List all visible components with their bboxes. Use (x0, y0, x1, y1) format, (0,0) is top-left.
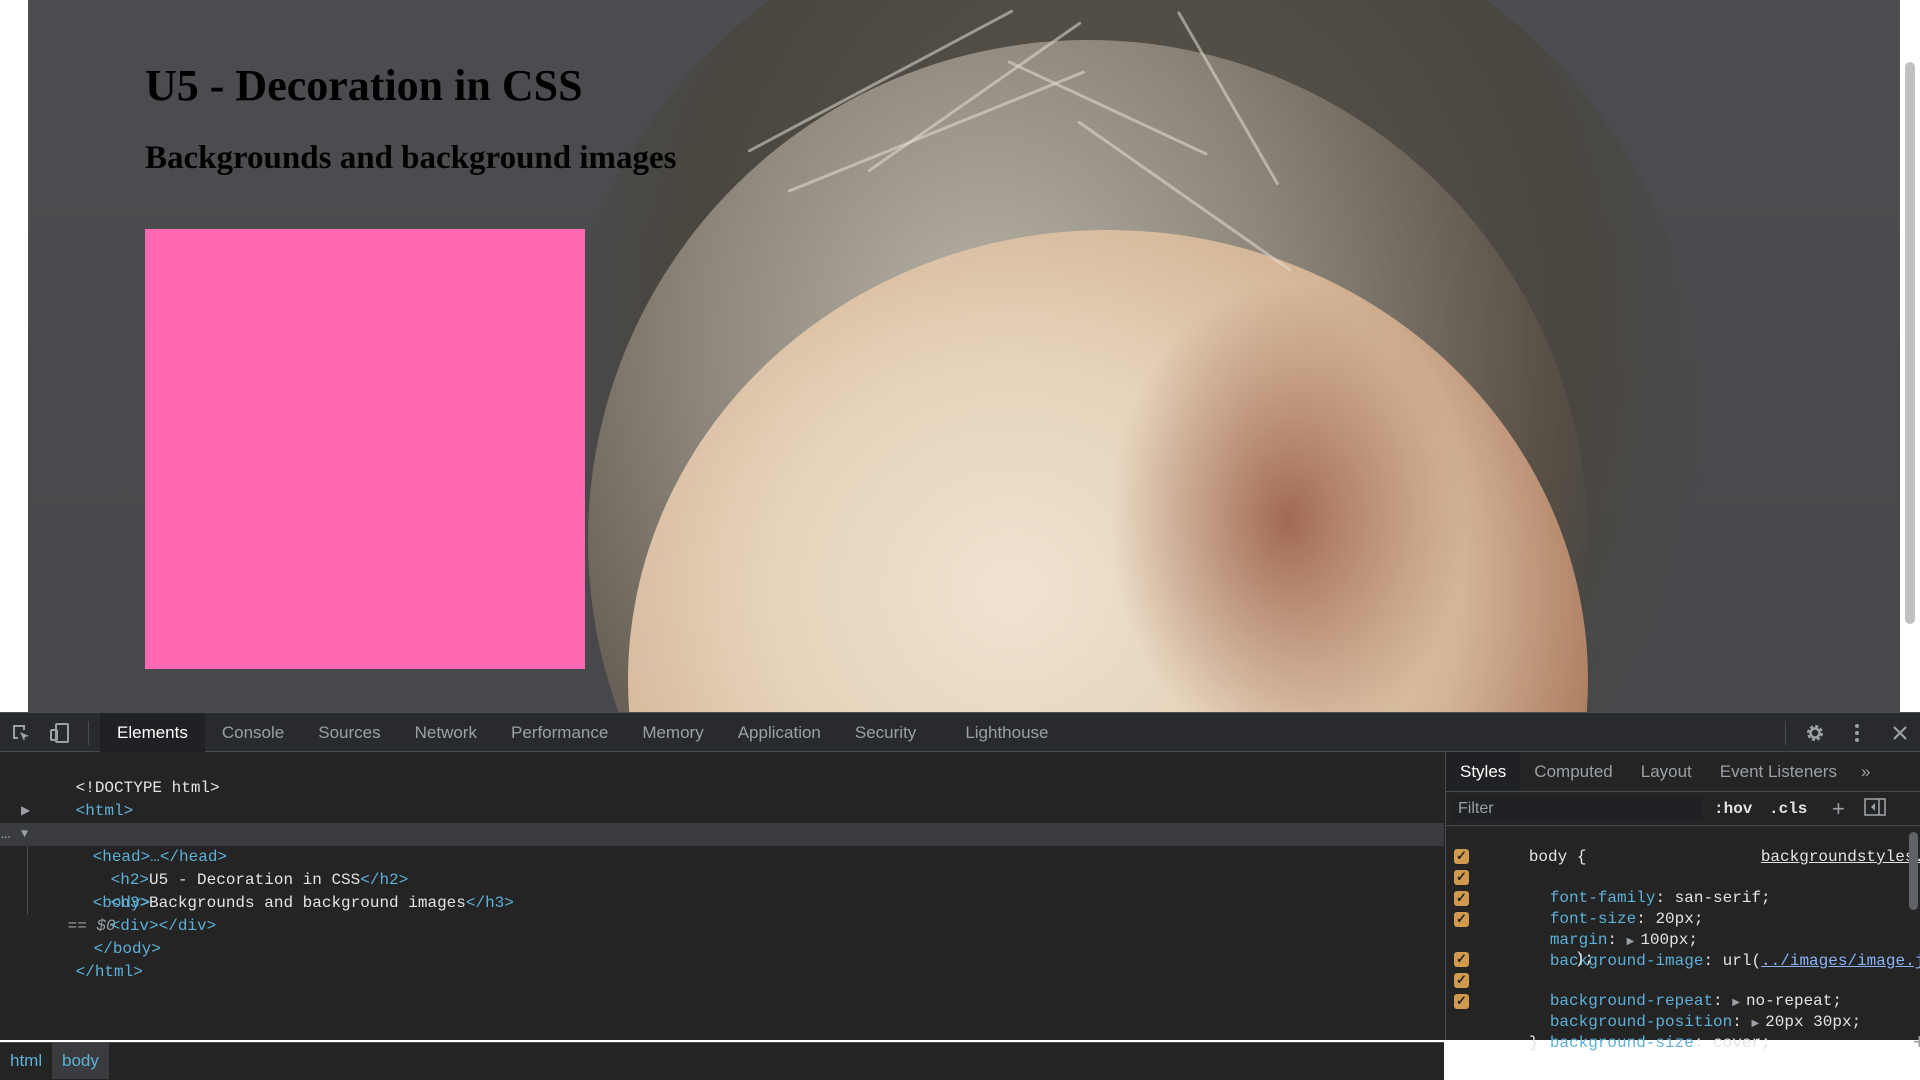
close-brace: } (1528, 1034, 1539, 1052)
dom-body[interactable]: … ▼ <body> == $0 (0, 823, 1444, 935)
page-viewport: U5 - Decoration in CSS Backgrounds and b… (0, 0, 1920, 712)
tab-security[interactable]: Security (838, 713, 933, 752)
html-close-tag: </html> (75, 963, 143, 981)
declaration-background-repeat[interactable]: ✓ background-repeat: ▶ no-repeat; (1446, 949, 1916, 1010)
toggle-sidebar-icon[interactable] (1864, 797, 1886, 821)
dom-h2[interactable]: <h2>U5 - Decoration in CSS</h2> (0, 846, 1444, 889)
pink-div-box (145, 229, 585, 669)
breadcrumb-html[interactable]: html (0, 1043, 52, 1079)
declaration-font-size[interactable]: ✓ font-size: 20px; (1446, 867, 1916, 928)
tab-computed[interactable]: Computed (1520, 752, 1626, 791)
declaration-background-size[interactable]: ✓ background-size: cover; (1446, 991, 1916, 1052)
declaration-checkbox[interactable]: ✓ (1454, 912, 1469, 927)
close-icon[interactable] (1889, 722, 1911, 744)
dom-body-close[interactable]: </body> (0, 915, 1444, 958)
declaration-checkbox[interactable]: ✓ (1454, 849, 1469, 864)
page-scrollbar-thumb[interactable] (1905, 62, 1915, 624)
dom-head[interactable]: ▶ <head>…</head> (0, 800, 1444, 866)
tab-memory[interactable]: Memory (625, 713, 720, 752)
settings-gear-icon[interactable] (1804, 722, 1826, 744)
declaration-background-image[interactable]: ✓ background-image: url(../images/image.… (1446, 909, 1920, 970)
tab-styles[interactable]: Styles (1446, 752, 1521, 791)
rule-close-brace: } (1452, 1012, 1539, 1052)
hov-toggle[interactable]: :hov (1714, 797, 1752, 821)
dom-h3[interactable]: <h3>Backgrounds and background images</h… (0, 869, 1444, 912)
breadcrumb-body[interactable]: body (52, 1043, 109, 1079)
dom-html[interactable]: <html> (0, 777, 1444, 820)
styles-tabs: Styles Computed Layout Event Listeners » (1446, 752, 1920, 792)
expand-arrow-icon[interactable]: ▶ (21, 800, 30, 823)
new-style-rule-button[interactable]: + (1832, 797, 1845, 821)
device-toolbar-icon[interactable] (49, 722, 71, 744)
devtools-tabs: Elements Console Sources Network Perform… (100, 713, 1066, 753)
tab-elements[interactable]: Elements (100, 713, 205, 752)
rule-source-link[interactable]: backgroundstyles.css:1 (1684, 826, 1920, 866)
styles-filter-input[interactable]: Filter (1452, 797, 1702, 821)
styles-pane: Styles Computed Layout Event Listeners »… (1445, 752, 1920, 1053)
declaration-checkbox[interactable]: ✓ (1454, 973, 1469, 988)
tab-lighthouse[interactable]: Lighthouse (933, 713, 1065, 752)
declaration-background-position[interactable]: ✓ background-position: ▶ 20px 30px; (1446, 970, 1916, 1031)
declaration-margin[interactable]: ✓ margin: ▶ 100px; (1446, 888, 1916, 949)
url-suffix-line: ); (1498, 928, 1594, 968)
property-value: 100px; (1640, 931, 1698, 949)
inspect-element-icon[interactable] (10, 722, 32, 744)
devtools-panel: Elements Console Sources Network Perform… (0, 712, 1920, 1080)
dom-html-close[interactable]: </html> (0, 938, 1444, 981)
add-property-label: + (1912, 1029, 1920, 1054)
declaration-checkbox[interactable]: ✓ (1454, 952, 1469, 967)
more-tabs-icon[interactable]: » (1851, 752, 1880, 791)
tab-application[interactable]: Application (721, 713, 838, 752)
cls-toggle[interactable]: .cls (1769, 797, 1807, 821)
tab-event-listeners[interactable]: Event Listeners (1706, 752, 1851, 791)
elements-tree: <!DOCTYPE html> <html> ▶ <head>…</head> … (0, 752, 1444, 1080)
property-name: background-size (1549, 1034, 1694, 1052)
styles-scrollbar-thumb[interactable] (1909, 832, 1918, 910)
page-content: U5 - Decoration in CSS Backgrounds and b… (145, 60, 677, 178)
property-value: cover; (1713, 1034, 1771, 1052)
tab-performance[interactable]: Performance (494, 713, 625, 752)
row-options-dots[interactable]: … (1, 823, 11, 846)
tab-sources[interactable]: Sources (301, 713, 397, 752)
devtools-toolbar: Elements Console Sources Network Perform… (0, 712, 1920, 752)
page-title: U5 - Decoration in CSS (145, 61, 583, 110)
dom-div[interactable]: <div></div> (0, 892, 1444, 935)
declaration-checkbox[interactable]: ✓ (1454, 870, 1469, 885)
property-value: 20px 30px; (1765, 1013, 1862, 1031)
toolbar-divider (88, 721, 89, 745)
expand-arrow-icon[interactable]: ▶ (1751, 1019, 1765, 1030)
tab-layout[interactable]: Layout (1627, 752, 1706, 791)
toolbar-divider (1785, 721, 1786, 745)
dom-doctype[interactable]: <!DOCTYPE html> (0, 754, 1444, 797)
breadcrumb: html body (0, 1042, 1444, 1080)
styles-filter-row: Filter :hov .cls + (1446, 792, 1920, 826)
rule-selector[interactable]: body { (1452, 826, 1587, 866)
tab-console[interactable]: Console (205, 713, 301, 752)
more-options-icon[interactable] (1846, 722, 1868, 744)
add-property-button[interactable]: + (1864, 1010, 1920, 1053)
collapse-arrow-icon[interactable]: ▼ (21, 823, 28, 846)
declaration-checkbox[interactable]: ✓ (1454, 994, 1469, 1009)
declaration-checkbox[interactable]: ✓ (1454, 891, 1469, 906)
property-name: background-position (1549, 1013, 1733, 1031)
page-subtitle: Backgrounds and background images (145, 139, 677, 176)
declaration-font-family[interactable]: ✓ font-family: san-serif; (1446, 846, 1916, 907)
expand-arrow-icon[interactable]: ▶ (1627, 937, 1641, 948)
tab-network[interactable]: Network (398, 713, 494, 752)
